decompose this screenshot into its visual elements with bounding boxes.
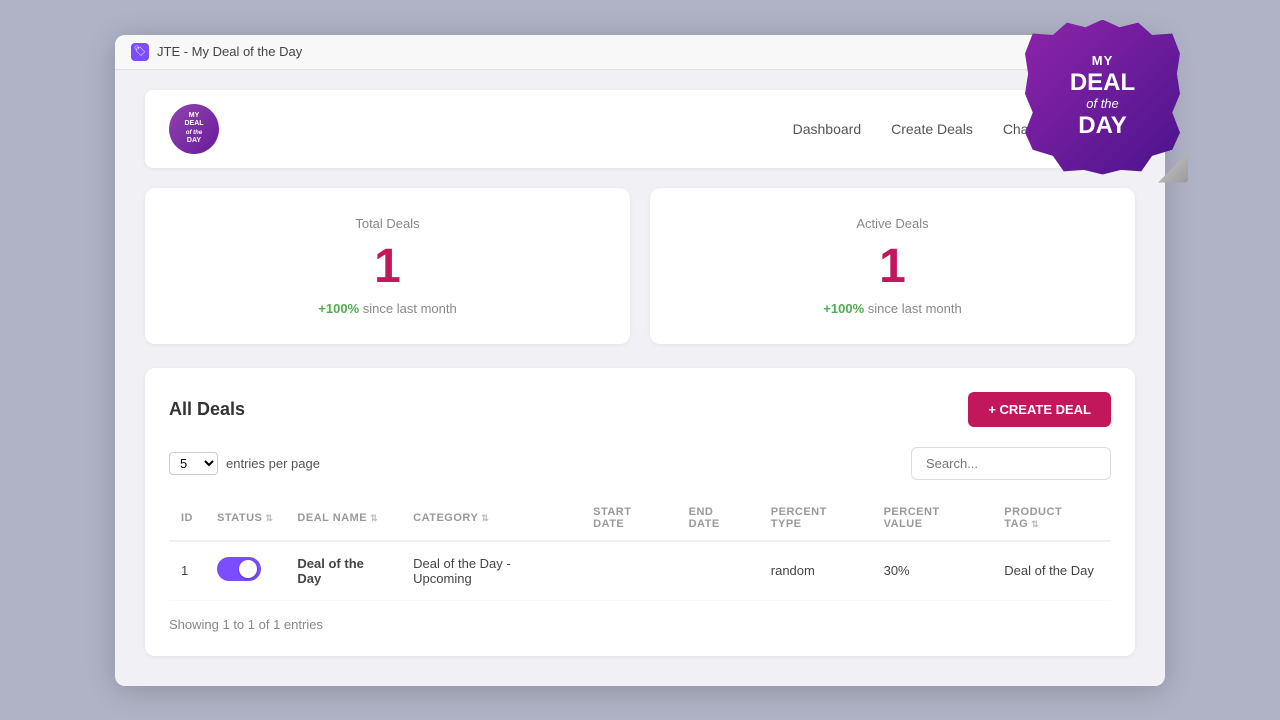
cell-percent-value: 30% [872, 541, 993, 601]
status-toggle[interactable] [217, 557, 261, 581]
deals-section: All Deals + CREATE DEAL 5 10 25 entries … [145, 368, 1135, 656]
total-deals-value: 1 [175, 243, 600, 291]
title-bar: 🏷 JTE - My Deal of the Day [115, 35, 1165, 70]
badge-text: MY DEAL of the DAY [1070, 54, 1135, 139]
category-sort-icon: ⇅ [481, 513, 489, 523]
logo-badge: MYDEALof theDAY [169, 104, 219, 154]
cell-id: 1 [169, 541, 205, 601]
deals-table: ID STATUS⇅ DEAL NAME⇅ CATEGORY⇅ START DA… [169, 496, 1111, 601]
total-deals-suffix: since last month [363, 301, 457, 316]
table-controls: 5 10 25 entries per page [169, 447, 1111, 480]
badge-shape: MY DEAL of the DAY [1025, 20, 1180, 175]
active-deals-percent: +100% [823, 301, 864, 316]
navbar: MYDEALof theDAY Dashboard Create Deals C… [145, 90, 1135, 168]
toggle-switch[interactable] [217, 557, 261, 581]
active-deals-label: Active Deals [680, 216, 1105, 231]
col-category[interactable]: CATEGORY⇅ [401, 496, 581, 541]
badge-overlay: MY DEAL of the DAY [1025, 20, 1180, 175]
nav-link-create-deals[interactable]: Create Deals [891, 121, 973, 137]
entries-control: 5 10 25 entries per page [169, 452, 320, 475]
col-id: ID [169, 496, 205, 541]
col-percent-type: PERCENT TYPE [759, 496, 872, 541]
total-deals-card: Total Deals 1 +100% since last month [145, 188, 630, 344]
badge-line4: DAY [1070, 112, 1135, 140]
cell-percent-type: random [759, 541, 872, 601]
deals-title: All Deals [169, 399, 245, 420]
table-body: 1 Deal of the Day Deal of the Day - Upco… [169, 541, 1111, 601]
cell-deal-name: Deal of the Day [285, 541, 401, 601]
cell-category: Deal of the Day - Upcoming [401, 541, 581, 601]
col-start-date: START DATE [581, 496, 676, 541]
product-tag-sort-icon: ⇅ [1031, 519, 1039, 529]
active-deals-value: 1 [680, 243, 1105, 291]
active-deals-suffix: since last month [868, 301, 962, 316]
badge-line3: of the [1070, 97, 1135, 112]
badge-line1: MY [1070, 54, 1135, 69]
total-deals-label: Total Deals [175, 216, 600, 231]
badge-curl [1158, 153, 1188, 183]
total-deals-change: +100% since last month [175, 301, 600, 316]
stats-row: Total Deals 1 +100% since last month Act… [145, 188, 1135, 344]
table-header: ID STATUS⇅ DEAL NAME⇅ CATEGORY⇅ START DA… [169, 496, 1111, 541]
col-percent-value: PERCENT VALUE [872, 496, 993, 541]
title-bar-text: JTE - My Deal of the Day [157, 44, 302, 59]
active-deals-card: Active Deals 1 +100% since last month [650, 188, 1135, 344]
col-status[interactable]: STATUS⇅ [205, 496, 285, 541]
total-deals-percent: +100% [318, 301, 359, 316]
deal-name-sort-icon: ⇅ [370, 513, 378, 523]
create-deal-button[interactable]: + CREATE DEAL [968, 392, 1111, 427]
search-input[interactable] [911, 447, 1111, 480]
status-sort-icon: ⇅ [265, 513, 273, 523]
cell-end-date [677, 541, 759, 601]
cell-status[interactable] [205, 541, 285, 601]
active-deals-change: +100% since last month [680, 301, 1105, 316]
app-icon: 🏷 [131, 43, 149, 61]
cell-start-date [581, 541, 676, 601]
entries-per-page-select[interactable]: 5 10 25 [169, 452, 218, 475]
col-product-tag[interactable]: PRODUCT TAG⇅ [992, 496, 1111, 541]
nav-link-dashboard[interactable]: Dashboard [793, 121, 862, 137]
logo-area: MYDEALof theDAY [169, 104, 219, 154]
badge-line2: DEAL [1070, 69, 1135, 97]
entries-per-page-label: entries per page [226, 456, 320, 471]
col-end-date: END DATE [677, 496, 759, 541]
table-row: 1 Deal of the Day Deal of the Day - Upco… [169, 541, 1111, 601]
cell-product-tag: Deal of the Day [992, 541, 1111, 601]
deals-header: All Deals + CREATE DEAL [169, 392, 1111, 427]
showing-entries: Showing 1 to 1 of 1 entries [169, 617, 1111, 632]
col-deal-name[interactable]: DEAL NAME⇅ [285, 496, 401, 541]
